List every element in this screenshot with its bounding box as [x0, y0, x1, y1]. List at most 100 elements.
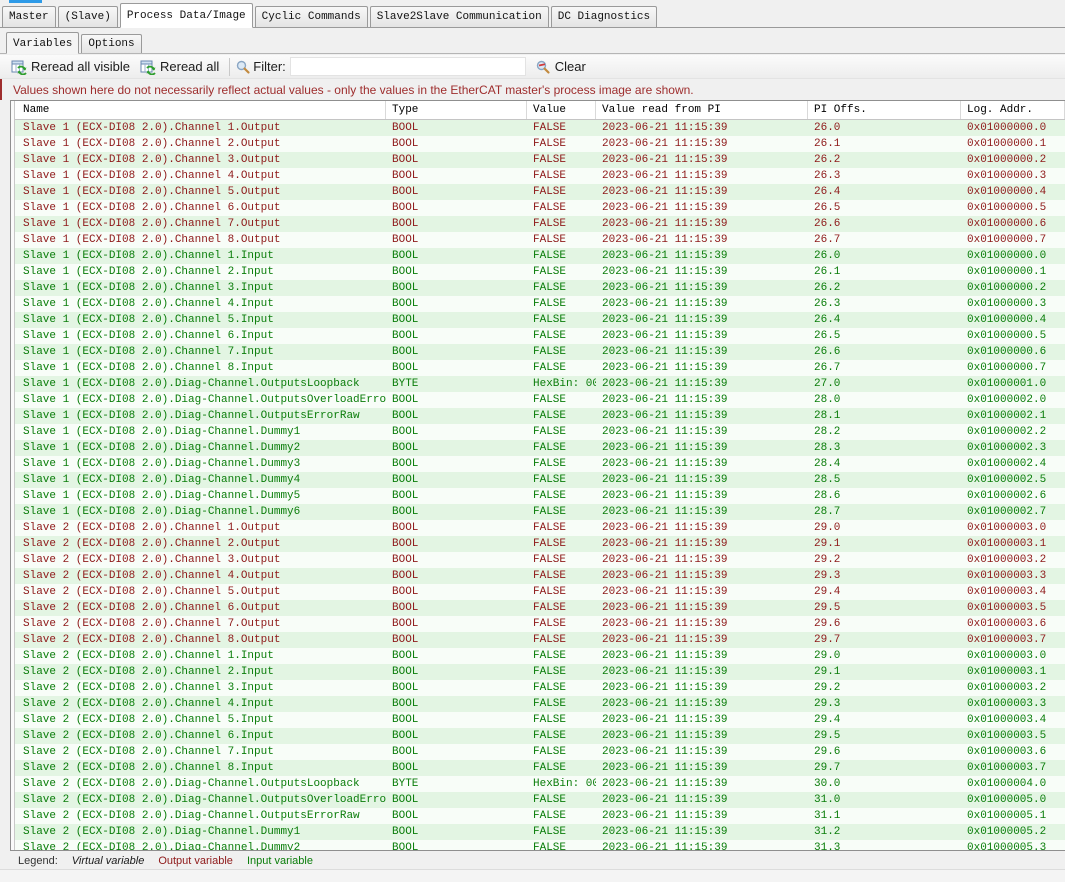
- table-row[interactable]: Slave 2 (ECX-DI08 2.0).Channel 5.InputBO…: [15, 712, 1065, 728]
- table-row[interactable]: Slave 2 (ECX-DI08 2.0).Channel 8.InputBO…: [15, 760, 1065, 776]
- table-row[interactable]: Slave 1 (ECX-DI08 2.0).Channel 7.InputBO…: [15, 344, 1065, 360]
- table-row[interactable]: Slave 2 (ECX-DI08 2.0).Diag-Channel.Outp…: [15, 808, 1065, 824]
- cell-value: FALSE: [527, 584, 596, 600]
- table-row[interactable]: Slave 1 (ECX-DI08 2.0).Diag-Channel.Outp…: [15, 376, 1065, 392]
- column-header-name[interactable]: Name: [15, 101, 386, 119]
- tab-cyclic-commands[interactable]: Cyclic Commands: [255, 6, 368, 27]
- cell-value: FALSE: [527, 280, 596, 296]
- tab-master[interactable]: Master: [2, 6, 56, 27]
- table-row[interactable]: Slave 1 (ECX-DI08 2.0).Channel 2.InputBO…: [15, 264, 1065, 280]
- table-row[interactable]: Slave 1 (ECX-DI08 2.0).Diag-Channel.Outp…: [15, 392, 1065, 408]
- cell-log-addr: 0x01000000.0: [961, 120, 1065, 136]
- cell-value-read-from-pi: 2023-06-21 11:15:39: [596, 408, 808, 424]
- cell-log-addr: 0x01000002.7: [961, 504, 1065, 520]
- tab-variables[interactable]: Variables: [6, 32, 79, 54]
- table-row[interactable]: Slave 2 (ECX-DI08 2.0).Channel 4.InputBO…: [15, 696, 1065, 712]
- table-row[interactable]: Slave 1 (ECX-DI08 2.0).Diag-Channel.Dumm…: [15, 440, 1065, 456]
- table-row[interactable]: Slave 2 (ECX-DI08 2.0).Channel 2.OutputB…: [15, 536, 1065, 552]
- cell-type: BOOL: [386, 296, 527, 312]
- table-row[interactable]: Slave 2 (ECX-DI08 2.0).Channel 8.OutputB…: [15, 632, 1065, 648]
- table-row[interactable]: Slave 2 (ECX-DI08 2.0).Channel 1.InputBO…: [15, 648, 1065, 664]
- cell-value-read-from-pi: 2023-06-21 11:15:39: [596, 504, 808, 520]
- cell-type: BOOL: [386, 328, 527, 344]
- cell-name: Slave 1 (ECX-DI08 2.0).Channel 6.Input: [15, 328, 386, 344]
- cell-name: Slave 2 (ECX-DI08 2.0).Channel 2.Output: [15, 536, 386, 552]
- column-header-type[interactable]: Type: [386, 101, 527, 119]
- clear-button[interactable]: Clear: [530, 57, 591, 77]
- table-row[interactable]: Slave 1 (ECX-DI08 2.0).Diag-Channel.Dumm…: [15, 488, 1065, 504]
- table-row[interactable]: Slave 2 (ECX-DI08 2.0).Channel 4.OutputB…: [15, 568, 1065, 584]
- table-row[interactable]: Slave 2 (ECX-DI08 2.0).Channel 7.InputBO…: [15, 744, 1065, 760]
- table-row[interactable]: Slave 1 (ECX-DI08 2.0).Channel 8.InputBO…: [15, 360, 1065, 376]
- table-row[interactable]: Slave 1 (ECX-DI08 2.0).Channel 8.OutputB…: [15, 232, 1065, 248]
- cell-log-addr: 0x01000000.6: [961, 216, 1065, 232]
- column-header-pi-offs[interactable]: PI Offs.: [808, 101, 961, 119]
- column-header-value[interactable]: Value: [527, 101, 596, 119]
- cell-type: BOOL: [386, 232, 527, 248]
- table-row[interactable]: Slave 2 (ECX-DI08 2.0).Channel 6.InputBO…: [15, 728, 1065, 744]
- table-row[interactable]: Slave 1 (ECX-DI08 2.0).Channel 2.OutputB…: [15, 136, 1065, 152]
- table-row[interactable]: Slave 1 (ECX-DI08 2.0).Diag-Channel.Dumm…: [15, 456, 1065, 472]
- cell-pi-offs: 29.1: [808, 536, 961, 552]
- table-row[interactable]: Slave 1 (ECX-DI08 2.0).Diag-Channel.Dumm…: [15, 472, 1065, 488]
- table-row[interactable]: Slave 1 (ECX-DI08 2.0).Channel 3.OutputB…: [15, 152, 1065, 168]
- cell-name: Slave 1 (ECX-DI08 2.0).Channel 5.Output: [15, 184, 386, 200]
- tab-slave[interactable]: (Slave): [58, 6, 118, 27]
- table-row[interactable]: Slave 1 (ECX-DI08 2.0).Channel 4.OutputB…: [15, 168, 1065, 184]
- reread-all-visible-button[interactable]: Reread all visible: [6, 57, 135, 77]
- cell-type: BOOL: [386, 504, 527, 520]
- cell-type: BOOL: [386, 696, 527, 712]
- tab-process-data-image[interactable]: Process Data/Image: [120, 3, 253, 28]
- table-row[interactable]: Slave 2 (ECX-DI08 2.0).Channel 7.OutputB…: [15, 616, 1065, 632]
- cell-pi-offs: 26.5: [808, 328, 961, 344]
- cell-value: FALSE: [527, 472, 596, 488]
- cell-value-read-from-pi: 2023-06-21 11:15:39: [596, 168, 808, 184]
- cell-pi-offs: 29.4: [808, 584, 961, 600]
- cell-value: FALSE: [527, 712, 596, 728]
- cell-pi-offs: 26.2: [808, 280, 961, 296]
- table-row[interactable]: Slave 2 (ECX-DI08 2.0).Channel 2.InputBO…: [15, 664, 1065, 680]
- cell-value-read-from-pi: 2023-06-21 11:15:39: [596, 728, 808, 744]
- cell-name: Slave 1 (ECX-DI08 2.0).Channel 3.Output: [15, 152, 386, 168]
- table-row[interactable]: Slave 2 (ECX-DI08 2.0).Diag-Channel.Dumm…: [15, 824, 1065, 840]
- tab-dc-diagnostics[interactable]: DC Diagnostics: [551, 6, 657, 27]
- table-row[interactable]: Slave 1 (ECX-DI08 2.0).Diag-Channel.Dumm…: [15, 424, 1065, 440]
- cell-log-addr: 0x01000000.5: [961, 200, 1065, 216]
- table-row[interactable]: Slave 2 (ECX-DI08 2.0).Diag-Channel.Outp…: [15, 792, 1065, 808]
- cell-name: Slave 1 (ECX-DI08 2.0).Diag-Channel.Dumm…: [15, 504, 386, 520]
- table-row[interactable]: Slave 2 (ECX-DI08 2.0).Diag-Channel.Outp…: [15, 776, 1065, 792]
- table-row[interactable]: Slave 1 (ECX-DI08 2.0).Channel 7.OutputB…: [15, 216, 1065, 232]
- table-row[interactable]: Slave 1 (ECX-DI08 2.0).Channel 4.InputBO…: [15, 296, 1065, 312]
- reread-all-button[interactable]: Reread all: [135, 57, 224, 77]
- cell-type: BOOL: [386, 472, 527, 488]
- table-row[interactable]: Slave 1 (ECX-DI08 2.0).Channel 5.InputBO…: [15, 312, 1065, 328]
- table-row[interactable]: Slave 1 (ECX-DI08 2.0).Channel 6.OutputB…: [15, 200, 1065, 216]
- legend-input-variable: Input variable: [247, 855, 313, 867]
- table-row[interactable]: Slave 1 (ECX-DI08 2.0).Channel 6.InputBO…: [15, 328, 1065, 344]
- filter-input[interactable]: [290, 57, 526, 76]
- cell-value-read-from-pi: 2023-06-21 11:15:39: [596, 536, 808, 552]
- cell-log-addr: 0x01000000.2: [961, 152, 1065, 168]
- table-row[interactable]: Slave 2 (ECX-DI08 2.0).Channel 6.OutputB…: [15, 600, 1065, 616]
- cell-pi-offs: 26.6: [808, 216, 961, 232]
- cell-log-addr: 0x01000002.6: [961, 488, 1065, 504]
- tab-options[interactable]: Options: [81, 34, 141, 53]
- table-row[interactable]: Slave 1 (ECX-DI08 2.0).Channel 1.OutputB…: [15, 120, 1065, 136]
- column-header-log-addr[interactable]: Log. Addr.: [961, 101, 1065, 119]
- table-row[interactable]: Slave 2 (ECX-DI08 2.0).Diag-Channel.Dumm…: [15, 840, 1065, 850]
- cell-pi-offs: 30.0: [808, 776, 961, 792]
- table-row[interactable]: Slave 1 (ECX-DI08 2.0).Channel 1.InputBO…: [15, 248, 1065, 264]
- table-row[interactable]: Slave 1 (ECX-DI08 2.0).Channel 5.OutputB…: [15, 184, 1065, 200]
- table-row[interactable]: Slave 2 (ECX-DI08 2.0).Channel 5.OutputB…: [15, 584, 1065, 600]
- table-row[interactable]: Slave 2 (ECX-DI08 2.0).Channel 3.OutputB…: [15, 552, 1065, 568]
- table-row[interactable]: Slave 1 (ECX-DI08 2.0).Diag-Channel.Dumm…: [15, 504, 1065, 520]
- tab-slave2slave-communication[interactable]: Slave2Slave Communication: [370, 6, 549, 27]
- cell-name: Slave 1 (ECX-DI08 2.0).Channel 1.Input: [15, 248, 386, 264]
- table-row[interactable]: Slave 1 (ECX-DI08 2.0).Channel 3.InputBO…: [15, 280, 1065, 296]
- table-row[interactable]: Slave 2 (ECX-DI08 2.0).Channel 1.OutputB…: [15, 520, 1065, 536]
- table-row[interactable]: Slave 1 (ECX-DI08 2.0).Diag-Channel.Outp…: [15, 408, 1065, 424]
- cell-pi-offs: 29.5: [808, 728, 961, 744]
- table-row[interactable]: Slave 2 (ECX-DI08 2.0).Channel 3.InputBO…: [15, 680, 1065, 696]
- cell-value: FALSE: [527, 136, 596, 152]
- column-header-value-read-from-pi[interactable]: Value read from PI: [596, 101, 808, 119]
